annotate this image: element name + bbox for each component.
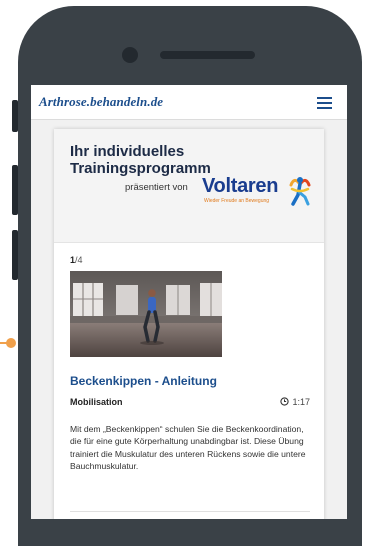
card-header: Ihr individuelles Trainingsprogramm präs… [54,129,324,242]
exercise-category: Mobilisation [70,397,123,407]
header-divider [54,242,324,243]
phone-screen: Arthrose.behandeln.de Ihr individuelles … [31,85,347,519]
site-header: Arthrose.behandeln.de [31,85,347,120]
sponsor-tagline: Wieder Freude an Bewegung [204,198,270,204]
phone-camera [122,47,138,63]
exercise-title[interactable]: Beckenkippen - Anleitung [70,374,217,388]
voltaren-logo[interactable]: Voltaren Wieder Freude an Bewegung [202,173,312,209]
video-still-image [70,271,222,357]
exercise-video-thumbnail[interactable] [70,271,222,357]
presented-by-label: präsentiert von [125,182,188,193]
exercise-description: Mit dem „Beckenkippen“ schulen Sie die B… [70,424,306,472]
site-logo-link[interactable]: Arthrose.behandeln.de [39,94,163,110]
clock-icon [280,397,290,406]
duration-value: 1:17 [292,397,310,407]
sponsor-name: Voltaren [202,175,279,197]
exercise-duration: 1:17 [280,397,310,407]
training-program-card: Ihr individuelles Trainingsprogramm präs… [54,129,324,519]
section-divider [70,511,310,512]
exercise-counter: 1/4 [70,255,83,265]
program-title: Ihr individuelles Trainingsprogramm [70,143,211,177]
hamburger-menu-icon[interactable] [317,97,332,109]
pointer-dot [6,338,16,348]
exercise-total: /4 [75,255,83,265]
voltaren-figure-icon [289,177,311,206]
phone-speaker [160,51,255,59]
